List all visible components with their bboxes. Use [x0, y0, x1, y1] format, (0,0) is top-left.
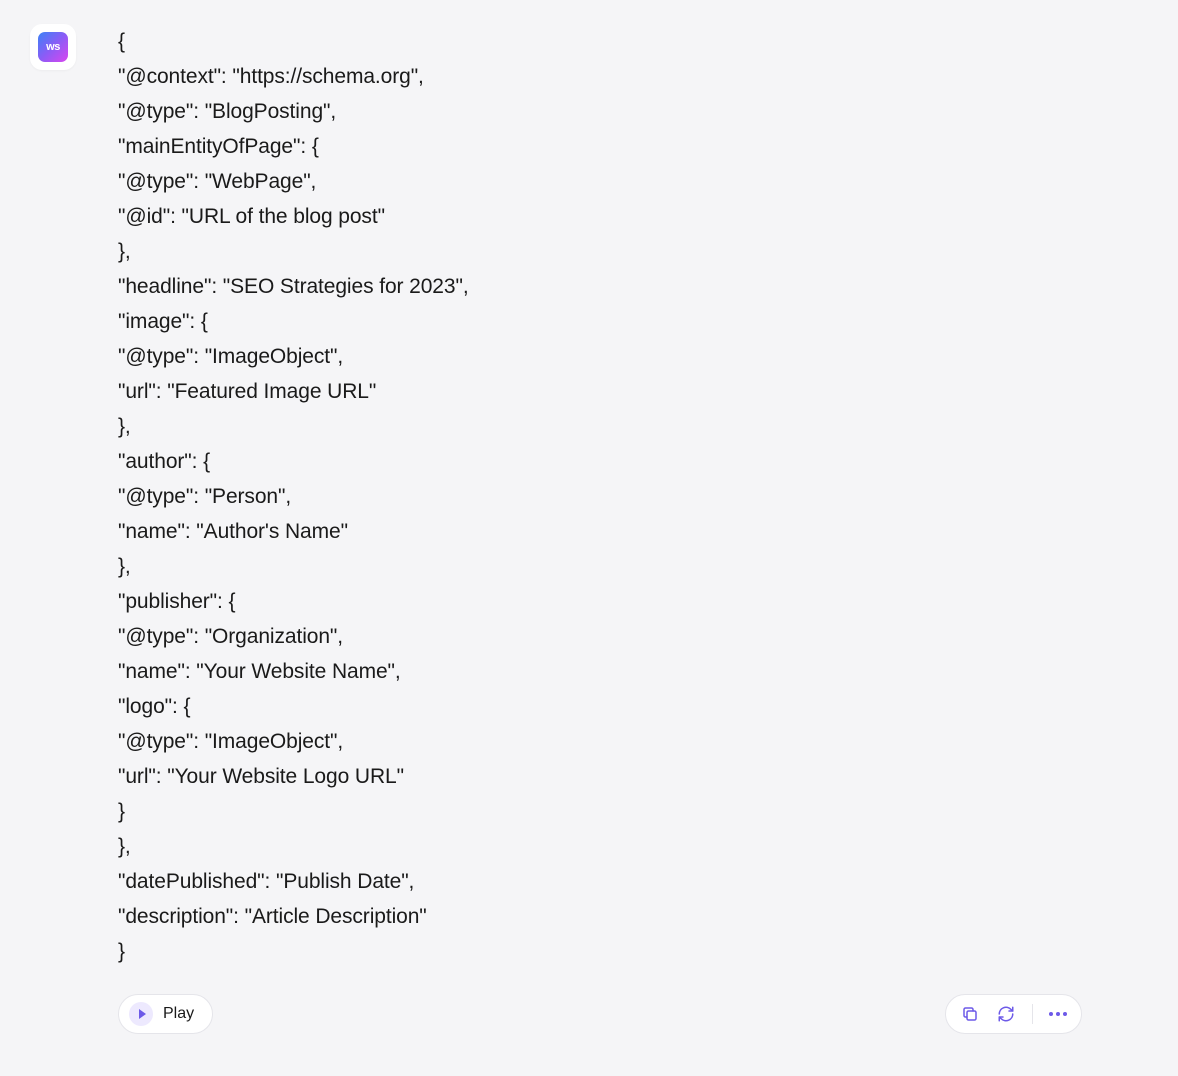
response-code-block: { "@context": "https://schema.org", "@ty… — [118, 24, 1088, 969]
refresh-icon[interactable] — [996, 1004, 1016, 1024]
play-button-label: Play — [163, 1005, 194, 1023]
play-button[interactable]: Play — [118, 994, 213, 1034]
avatar-label: ws — [38, 32, 68, 62]
play-icon — [129, 1002, 153, 1026]
toolbar-divider — [1032, 1004, 1033, 1024]
more-icon[interactable] — [1049, 1012, 1067, 1016]
assistant-avatar: ws — [30, 24, 76, 70]
copy-icon[interactable] — [960, 1004, 980, 1024]
actions-pill — [945, 994, 1082, 1034]
message-toolbar: Play — [118, 994, 1082, 1034]
